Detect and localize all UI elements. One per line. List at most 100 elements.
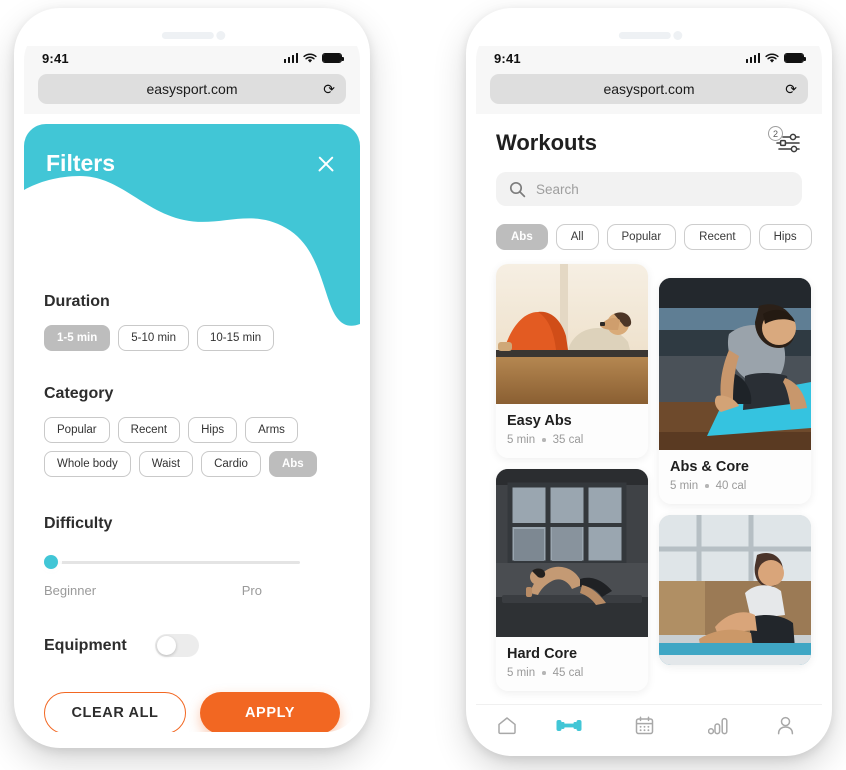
man-mountain-climber-photo <box>496 469 648 637</box>
home-icon <box>498 717 516 735</box>
category-chip-group: Popular Recent Hips Arms Whole body Wais… <box>44 417 340 477</box>
card-calories: 35 cal <box>552 434 584 446</box>
person-icon <box>777 716 793 735</box>
reload-icon[interactable]: ⟳ <box>785 82 797 96</box>
difficulty-slider-track <box>50 561 300 564</box>
duration-section-label: Duration <box>44 293 110 310</box>
workout-card-easy-abs[interactable]: Easy Abs 5 min 35 cal <box>496 264 648 458</box>
difficulty-section-label: Difficulty <box>44 515 113 532</box>
tab-abs[interactable]: Abs <box>496 224 548 250</box>
workout-card-partial[interactable] <box>659 515 811 665</box>
url-bar-right[interactable]: easysport.com ⟳ <box>490 74 808 104</box>
speaker-slot-right <box>618 32 671 39</box>
card-column-left: Easy Abs 5 min 35 cal Hard Core 5 min 45… <box>496 264 648 740</box>
bottom-tab-bar: HOME WORKOUTS <box>476 704 822 740</box>
difficulty-min-label: Beginner <box>44 583 97 598</box>
bar-chart-icon <box>707 717 728 734</box>
status-icons <box>283 52 345 64</box>
search-placeholder: Search <box>536 181 579 197</box>
card-meta-hard-core: Hard Core 5 min 45 cal <box>496 637 648 691</box>
close-icon[interactable] <box>314 152 338 176</box>
card-subtitle: 5 min 35 cal <box>507 434 637 446</box>
category-chip-whole-body[interactable]: Whole body <box>44 451 131 477</box>
tab-all[interactable]: All <box>555 224 599 250</box>
tab-popular[interactable]: Popular <box>606 224 677 250</box>
category-chip-abs[interactable]: Abs <box>268 451 317 477</box>
category-chip-waist[interactable]: Waist <box>138 451 194 477</box>
filter-sliders-icon[interactable]: 2 <box>768 126 802 158</box>
status-icons-right <box>745 52 807 64</box>
difficulty-slider-knob[interactable] <box>44 555 58 569</box>
equipment-label: Equipment <box>44 636 127 654</box>
workouts-header: Workouts 2 <box>476 114 822 158</box>
tab-hips[interactable]: Hips <box>758 224 812 250</box>
category-chip-hips[interactable]: Hips <box>188 417 238 443</box>
card-subtitle: 5 min 40 cal <box>670 480 800 492</box>
speaker-slot <box>161 32 214 39</box>
card-title: Easy Abs <box>507 413 572 429</box>
duration-chip-5-10[interactable]: 5-10 min <box>118 325 190 351</box>
equipment-toggle-knob <box>156 636 176 655</box>
difficulty-slider[interactable] <box>44 555 340 569</box>
status-bar-left: 9:41 <box>24 46 360 70</box>
tab-profile[interactable]: PROFILE <box>768 716 804 740</box>
calendar-icon <box>635 716 654 735</box>
separator-dot-icon <box>705 484 709 488</box>
notch-bar <box>24 26 360 46</box>
tab-home[interactable]: HOME <box>495 716 520 740</box>
difficulty-slider-labels: Beginner Pro <box>44 583 340 598</box>
apply-button[interactable]: APPLY <box>200 692 340 732</box>
woman-crunches-photo <box>496 264 648 404</box>
page-title: Workouts <box>496 130 598 155</box>
category-section-label: Category <box>44 385 114 402</box>
category-tabs: Abs All Popular Recent Hips <box>496 224 822 250</box>
reload-icon[interactable]: ⟳ <box>323 82 335 96</box>
tab-recent[interactable]: Recent <box>684 224 751 250</box>
wifi-icon <box>765 52 779 63</box>
filters-modal: Filters Duration 1-5 min 5-10 min 10-15 … <box>24 124 360 732</box>
phone-right-screen: 9:41 easysport.com ⟳ Workouts 2 Search A… <box>476 26 822 740</box>
card-duration: 5 min <box>507 667 536 679</box>
workout-card-hard-core[interactable]: Hard Core 5 min 45 cal <box>496 469 648 691</box>
filters-app: Filters Duration 1-5 min 5-10 min 10-15 … <box>24 114 360 732</box>
phone-left-screen: 9:41 easysport.com ⟳ Filters Duration 1-… <box>24 26 360 732</box>
wifi-icon <box>303 52 317 63</box>
filters-body: Duration 1-5 min 5-10 min 10-15 min Cate… <box>24 293 360 657</box>
browser-bar-right: easysport.com ⟳ <box>476 70 822 114</box>
battery-icon <box>784 53 807 63</box>
notch-bar-right <box>476 26 822 46</box>
workouts-app: Workouts 2 Search Abs All Popular Recent… <box>476 114 822 740</box>
separator-dot-icon <box>542 438 546 442</box>
card-duration: 5 min <box>670 480 699 492</box>
tab-progress[interactable]: PROGRESS <box>695 717 742 740</box>
dumbbell-icon <box>556 720 582 731</box>
search-input[interactable]: Search <box>496 172 802 206</box>
card-column-right: Abs & Core 5 min 40 cal <box>659 278 811 740</box>
battery-icon <box>322 53 345 63</box>
card-meta-abs-core: Abs & Core 5 min 40 cal <box>659 450 811 504</box>
tab-workouts[interactable]: WORKOUTS <box>545 717 594 740</box>
category-chip-cardio[interactable]: Cardio <box>201 451 261 477</box>
status-time-right: 9:41 <box>494 50 521 66</box>
search-icon <box>509 181 526 197</box>
signal-icon <box>283 53 298 63</box>
status-bar-right: 9:41 <box>476 46 822 70</box>
duration-chip-1-5[interactable]: 1-5 min <box>44 325 111 351</box>
camera-dot-right <box>673 31 683 40</box>
equipment-toggle[interactable] <box>154 634 199 657</box>
category-chip-popular[interactable]: Popular <box>44 417 110 443</box>
card-meta-easy-abs: Easy Abs 5 min 35 cal <box>496 404 648 458</box>
clear-all-button[interactable]: CLEAR ALL <box>44 692 186 732</box>
url-bar-left[interactable]: easysport.com ⟳ <box>38 74 346 104</box>
card-duration: 5 min <box>507 434 536 446</box>
workout-card-abs-core[interactable]: Abs & Core 5 min 40 cal <box>659 278 811 504</box>
filters-title: Filters <box>46 150 116 176</box>
camera-dot <box>216 31 226 40</box>
tab-scheduler[interactable]: SCHEDULER <box>619 716 670 740</box>
duration-chip-10-15[interactable]: 10-15 min <box>197 325 275 351</box>
phone-right-workouts: 9:41 easysport.com ⟳ Workouts 2 Search A… <box>466 8 832 756</box>
category-chip-arms[interactable]: Arms <box>245 417 298 443</box>
card-calories: 40 cal <box>715 480 747 492</box>
card-calories: 45 cal <box>552 667 584 679</box>
category-chip-recent[interactable]: Recent <box>117 417 181 443</box>
